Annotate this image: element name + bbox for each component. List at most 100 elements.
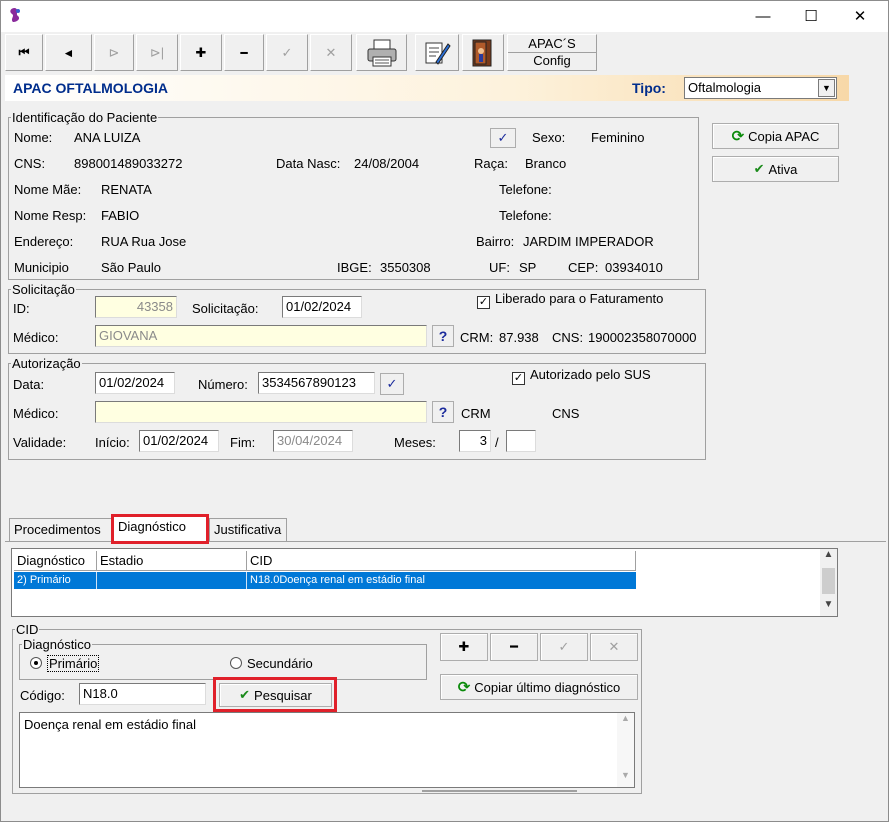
codigo-value: N18.0 (83, 686, 118, 701)
diagnostico-grid[interactable]: Diagnóstico Estadio CID 2) Primário N18.… (11, 548, 838, 617)
memo-scrollbar[interactable]: ▲ ▼ (617, 713, 634, 787)
edit-document-button[interactable] (415, 34, 459, 71)
meses-value: 3 (479, 433, 487, 448)
print-button[interactable] (356, 34, 407, 71)
aut-data-value: 01/02/2024 (99, 375, 165, 390)
copiar-ultimo-label: Copiar último diagnóstico (474, 679, 621, 695)
tab-procedimentos-label: Procedimentos (14, 522, 101, 537)
telefone-label: Telefone: (499, 182, 552, 197)
inicio-field[interactable]: 01/02/2024 (139, 430, 219, 452)
nome-resp-value: FABIO (101, 208, 140, 223)
close-button[interactable]: ✕ (837, 1, 883, 32)
remove-record-button[interactable]: ━ (224, 34, 264, 71)
question-icon: ? (438, 404, 448, 420)
fim-label: Fim: (230, 435, 256, 450)
config-label: Config (533, 53, 571, 68)
bairro-label: Bairro: (476, 234, 515, 249)
inicio-value: 01/02/2024 (143, 433, 209, 448)
cns-value: 898001489033272 (74, 156, 183, 171)
liberado-checkbox[interactable]: ✓ Liberado para o Faturamento (477, 291, 663, 309)
splitter-bar[interactable] (422, 790, 577, 792)
secundario-radio[interactable]: Secundário (230, 656, 313, 671)
cell-diagnostico: 2) Primário (14, 572, 97, 589)
aut-data-field[interactable]: 01/02/2024 (95, 372, 175, 394)
medico-sol-lookup-button[interactable]: ? (432, 325, 454, 347)
printer-icon (367, 39, 396, 66)
first-record-button[interactable]: ⏮ (5, 34, 43, 71)
cancel-button[interactable]: ✕ (310, 34, 352, 71)
bairro-value: JARDIM IMPERADOR (523, 234, 654, 249)
uf-value: SP (519, 260, 537, 275)
tab-diagnostico[interactable]: Diagnóstico (113, 515, 209, 541)
table-row[interactable]: 2) Primário N18.0Doença renal em estádio… (14, 572, 636, 589)
plus-icon: ✚ (458, 639, 470, 654)
next-record-button[interactable]: ⊳ (94, 34, 134, 71)
cid-description-memo[interactable]: Doença renal em estádio final ▲ ▼ (19, 712, 635, 788)
autorizado-sus-checkbox[interactable]: ✓ Autorizado pelo SUS (512, 367, 651, 385)
scroll-down-icon[interactable]: ▼ (820, 599, 837, 616)
tipo-select[interactable]: Oftalmologia ▼ (684, 77, 837, 99)
raca-label: Raça: (474, 156, 508, 171)
numero-field[interactable]: 3534567890123 (258, 372, 375, 394)
codigo-field[interactable]: N18.0 (79, 683, 206, 705)
ativa-button[interactable]: ✔ Ativa (712, 156, 839, 182)
scroll-up-icon[interactable]: ▲ (617, 713, 634, 730)
primario-radio[interactable]: Primário (30, 655, 100, 672)
prev-record-button[interactable]: ◄ (45, 34, 92, 71)
cancel-icon: ✕ (325, 44, 337, 60)
check-icon: ✓ (558, 639, 570, 654)
cep-value: 03934010 (605, 260, 663, 275)
confirm-button[interactable]: ✓ (266, 34, 308, 71)
meses-field[interactable]: 3 (459, 430, 491, 452)
municipio-value: São Paulo (101, 260, 161, 275)
cid-cancel-button[interactable]: ✕ (590, 633, 638, 661)
aut-medico-field[interactable] (95, 401, 427, 423)
aut-medico-label: Médico: (13, 406, 59, 421)
grid-scrollbar[interactable]: ▲ ▼ (820, 549, 837, 616)
cid-description-text: Doença renal em estádio final (24, 717, 196, 732)
cid-confirm-button[interactable]: ✓ (540, 633, 588, 661)
raca-value: Branco (525, 156, 567, 171)
grid-header-diagnostico[interactable]: Diagnóstico (14, 551, 97, 571)
codigo-label: Código: (20, 688, 65, 703)
apacs-config-button[interactable]: APAC´S Config (507, 34, 597, 71)
cid-remove-button[interactable]: ━ (490, 633, 538, 661)
grid-header-cid[interactable]: CID (247, 551, 636, 571)
copiar-ultimo-diagnostico-button[interactable]: ⟳ Copiar último diagnóstico (440, 674, 638, 700)
scroll-down-icon[interactable]: ▼ (617, 770, 634, 787)
numero-value: 3534567890123 (262, 375, 356, 390)
apacs-label: APAC´S (528, 36, 576, 51)
exit-button[interactable] (462, 34, 504, 71)
solicitacao-date-field[interactable]: 01/02/2024 (282, 296, 362, 318)
id-field[interactable]: 43358 (95, 296, 177, 318)
tab-justificativa[interactable]: Justificativa (209, 518, 287, 541)
last-record-button[interactable]: ⊳| (136, 34, 178, 71)
minus-icon: ━ (510, 639, 518, 654)
scroll-thumb[interactable] (822, 568, 835, 594)
tab-diagnostico-label: Diagnóstico (118, 519, 186, 534)
copia-apac-button[interactable]: ⟳ Copia APAC (712, 123, 839, 149)
add-record-button[interactable]: ✚ (180, 34, 222, 71)
fim-field[interactable]: 30/04/2024 (273, 430, 353, 452)
data-nasc-value: 24/08/2004 (354, 156, 420, 171)
primario-label: Primário (47, 655, 100, 672)
maximize-button[interactable]: ☐ (788, 1, 834, 32)
pesquisar-button[interactable]: ✔ Pesquisar (219, 683, 332, 707)
aut-medico-lookup-button[interactable]: ? (432, 401, 454, 423)
scroll-up-icon[interactable]: ▲ (820, 549, 837, 566)
fim-value: 30/04/2024 (277, 433, 343, 448)
tab-procedimentos[interactable]: Procedimentos (9, 518, 113, 541)
checkbox-checked-icon: ✓ (512, 372, 525, 385)
grid-header-estadio[interactable]: Estadio (97, 551, 247, 571)
numero-lookup-button[interactable]: ✓ (380, 373, 404, 395)
aut-data-label: Data: (13, 377, 45, 392)
minimize-button[interactable]: — (740, 1, 786, 32)
medico-sol-field[interactable]: GIOVANA (95, 325, 427, 347)
nome-resp-label: Nome Resp: (14, 208, 87, 223)
medico-sol-value: GIOVANA (99, 328, 158, 343)
meses-total-field[interactable] (506, 430, 536, 452)
meses-label: Meses: (394, 435, 436, 450)
grid-header-estadio-label: Estadio (100, 553, 144, 568)
patient-lookup-button[interactable]: ✓ (490, 128, 516, 148)
cid-add-button[interactable]: ✚ (440, 633, 488, 661)
